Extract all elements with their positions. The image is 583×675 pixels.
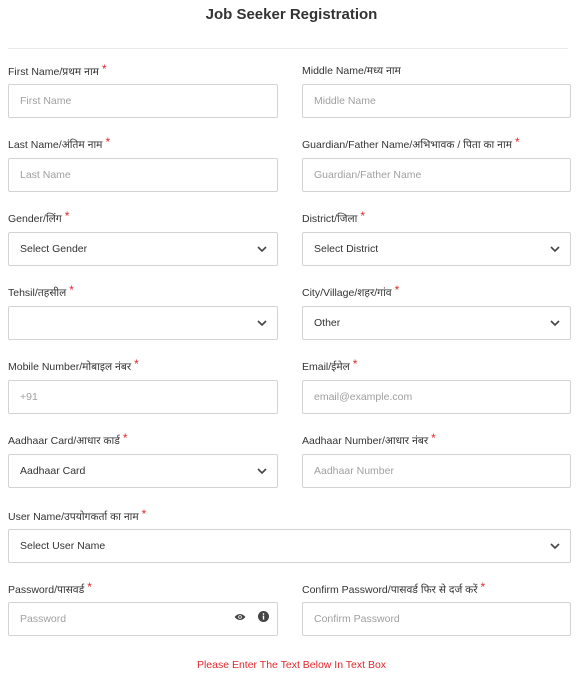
password-placeholder: Password <box>20 613 67 625</box>
gender-select[interactable]: Select Gender <box>8 232 278 266</box>
guardian-name-label-text: Guardian/Father Name/अभिभावक / पिता का न… <box>302 139 513 151</box>
required-mark: * <box>515 135 520 149</box>
required-mark: * <box>134 357 139 371</box>
confirm-password-label-text: Confirm Password/पासवर्ड फिर से दर्ज करे… <box>302 584 478 596</box>
chevron-down-icon <box>550 319 560 327</box>
password-label-text: Password/पासवर्ड <box>8 584 85 596</box>
confirm-password-label: Confirm Password/पासवर्ड फिर से दर्ज करे… <box>302 580 486 597</box>
first-name-label-text: First Name/प्रथम नाम <box>8 66 99 78</box>
required-mark: * <box>87 580 92 594</box>
aadhaar-card-label-text: Aadhaar Card/आधार कार्ड <box>8 435 120 447</box>
last-name-input[interactable]: Last Name <box>8 158 278 192</box>
district-select-value: Select District <box>314 243 379 255</box>
aadhaar-number-input[interactable]: Aadhaar Number <box>302 454 571 488</box>
guardian-name-label: Guardian/Father Name/अभिभावक / पिता का न… <box>302 135 520 152</box>
gender-label: Gender/लिंग * <box>8 209 70 226</box>
chevron-down-icon <box>550 542 560 550</box>
tehsil-select[interactable] <box>8 306 278 340</box>
required-mark: * <box>431 431 436 445</box>
captcha-instruction: Please Enter The Text Below In Text Box <box>196 659 387 671</box>
district-select[interactable]: Select District <box>302 232 571 266</box>
confirm-password-input[interactable]: Confirm Password <box>302 602 571 636</box>
aadhaar-card-label: Aadhaar Card/आधार कार्ड * <box>8 431 128 448</box>
city-select[interactable]: Other <box>302 306 571 340</box>
required-mark: * <box>69 283 74 297</box>
aadhaar-card-select[interactable]: Aadhaar Card <box>8 454 278 488</box>
user-name-select-value: Select User Name <box>20 540 106 552</box>
user-name-label: User Name/उपयोगकर्ता का नाम * <box>8 507 147 524</box>
page-title: Job Seeker Registration <box>205 6 378 23</box>
middle-name-label: Middle Name/मध्य नाम <box>302 64 401 78</box>
last-name-label-text: Last Name/अंतिम नाम <box>8 139 103 151</box>
district-label-text: District/जिला <box>302 213 358 225</box>
chevron-down-icon <box>257 245 267 253</box>
title-divider <box>8 48 568 49</box>
city-select-value: Other <box>314 317 341 329</box>
aadhaar-number-label-text: Aadhaar Number/आधार नंबर <box>302 435 429 447</box>
required-mark: * <box>480 580 486 594</box>
first-name-label: First Name/प्रथम नाम * <box>8 62 107 79</box>
tehsil-label: Tehsil/तहसील * <box>8 283 74 300</box>
email-label-text: Email/ईमेल <box>302 361 350 373</box>
aadhaar-number-label: Aadhaar Number/आधार नंबर * <box>302 431 436 448</box>
aadhaar-card-select-value: Aadhaar Card <box>20 465 86 477</box>
info-icon[interactable] <box>258 603 269 635</box>
guardian-name-input[interactable]: Guardian/Father Name <box>302 158 571 192</box>
eye-icon[interactable] <box>234 603 246 635</box>
mobile-label-text: Mobile Number/मोबाइल नंबर <box>8 361 132 373</box>
mobile-label: Mobile Number/मोबाइल नंबर * <box>8 357 139 374</box>
district-label: District/जिला * <box>302 209 366 226</box>
password-label: Password/पासवर्ड * <box>8 580 92 597</box>
required-mark: * <box>141 507 147 521</box>
first-name-input[interactable]: First Name <box>8 84 278 118</box>
chevron-down-icon <box>550 245 560 253</box>
required-mark: * <box>122 431 128 445</box>
required-mark: * <box>64 209 70 223</box>
city-label-text: City/Village/शहर/गांव <box>302 287 392 299</box>
middle-name-label-text: Middle Name/मध्य नाम <box>302 65 401 77</box>
city-label: City/Village/शहर/गांव * <box>302 283 400 300</box>
required-mark: * <box>101 62 107 76</box>
required-mark: * <box>360 209 366 223</box>
email-input[interactable]: email@example.com <box>302 380 571 414</box>
last-name-label: Last Name/अंतिम नाम * <box>8 135 111 152</box>
gender-select-value: Select Gender <box>20 243 88 255</box>
password-input[interactable]: Password <box>8 602 278 636</box>
user-name-label-text: User Name/उपयोगकर्ता का नाम <box>8 511 139 523</box>
chevron-down-icon <box>257 467 267 475</box>
required-mark: * <box>352 357 358 371</box>
email-label: Email/ईमेल * <box>302 357 358 374</box>
tehsil-label-text: Tehsil/तहसील <box>8 287 67 299</box>
middle-name-input[interactable]: Middle Name <box>302 84 571 118</box>
required-mark: * <box>394 283 400 297</box>
user-name-select[interactable]: Select User Name <box>8 529 571 563</box>
chevron-down-icon <box>257 319 267 327</box>
mobile-input[interactable]: +91 <box>8 380 278 414</box>
required-mark: * <box>105 135 111 149</box>
gender-label-text: Gender/लिंग <box>8 213 62 225</box>
